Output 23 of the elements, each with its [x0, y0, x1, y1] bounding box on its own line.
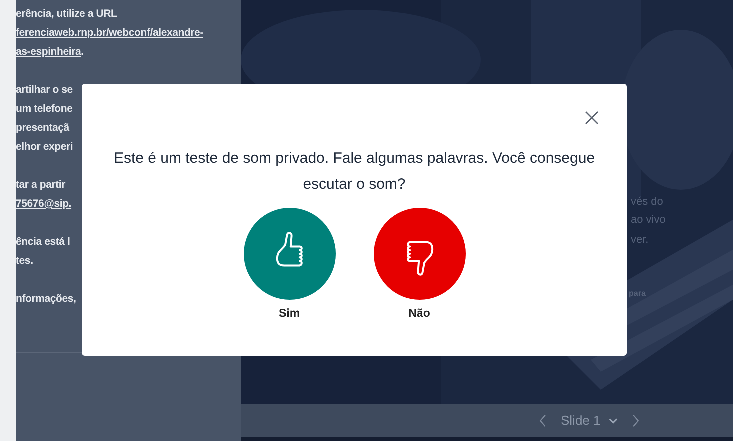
info-text: tar a partir: [16, 179, 66, 191]
info-text: ência está l: [16, 236, 70, 248]
slide-text: vés do: [631, 196, 664, 208]
previous-icon[interactable]: [539, 414, 547, 428]
link[interactable]: 75676@sip.: [16, 198, 72, 210]
slide-text: ver.: [631, 234, 649, 246]
info-text: presentaçã: [16, 122, 70, 134]
info-text: artilhar o se: [16, 84, 73, 96]
info-text: .: [81, 46, 84, 58]
info-text: erência, utilize a URL: [16, 8, 118, 20]
next-icon[interactable]: [632, 414, 640, 428]
dialog-message: Este é um teste de som privado. Fale algumas palavras. Você consegue escutar o som?: [112, 149, 596, 195]
slide-text: ao vivo: [631, 214, 666, 226]
info-text: tes.: [16, 255, 34, 267]
answer-label: Não: [408, 308, 430, 320]
link[interactable]: as-espinheira: [16, 46, 82, 58]
link[interactable]: ferenciaweb.rnp.br/webconf/alexandre-: [16, 27, 204, 39]
info-text: um telefone: [16, 103, 73, 115]
answer-label: Sim: [278, 308, 300, 320]
close-icon[interactable]: [585, 111, 599, 125]
chevron-down-icon[interactable]: [608, 418, 618, 424]
info-text: elhor experi: [16, 141, 74, 153]
info-text: nformações,: [16, 293, 76, 305]
